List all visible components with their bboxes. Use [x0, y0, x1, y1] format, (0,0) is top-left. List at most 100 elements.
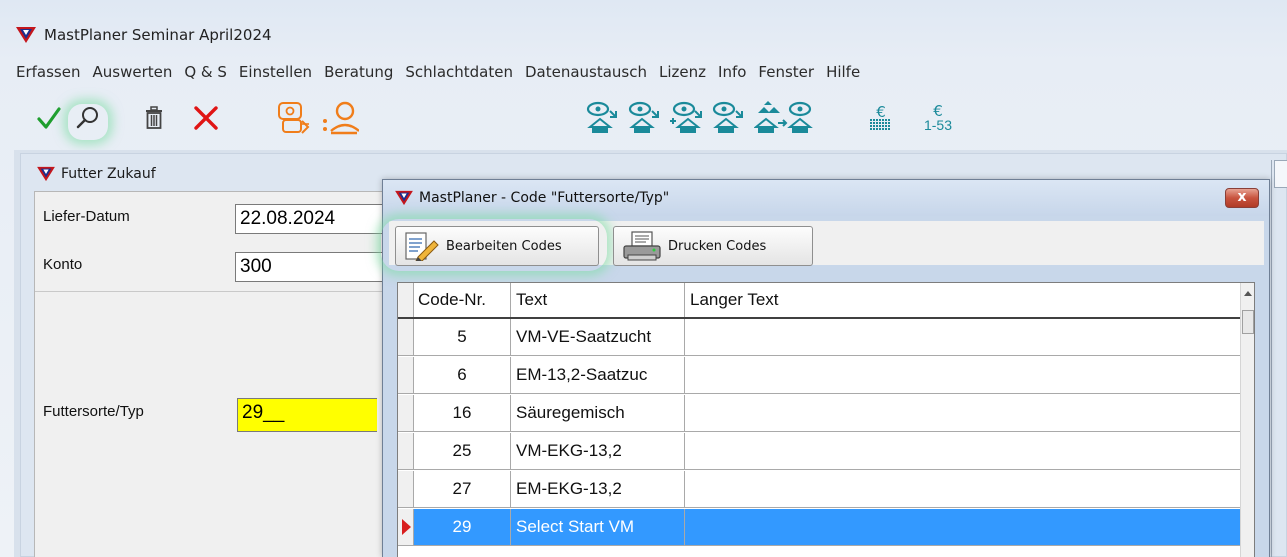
delete-button[interactable] — [140, 100, 168, 136]
cell-code[interactable]: 16 — [414, 395, 511, 431]
trash-icon — [146, 106, 162, 129]
grid-header-row: Code-Nr. Text Langer Text — [398, 283, 1242, 319]
menu-q-und-s[interactable]: Q & S — [184, 63, 227, 81]
pig-house-add-icon — [670, 101, 702, 133]
cell-code[interactable]: 6 — [414, 357, 511, 393]
cell-text[interactable]: EM-EKG-13,2 — [511, 471, 685, 507]
euro-range-button[interactable]: € 1-53 — [920, 100, 956, 136]
edit-codes-button[interactable]: Bearbeiten Codes — [395, 226, 599, 266]
code-lookup-dialog: MastPlaner - Code "Futtersorte/Typ" x Be… — [382, 179, 1270, 557]
pig-house-out-icon — [712, 101, 743, 133]
menu-lizenz[interactable]: Lizenz — [659, 63, 706, 81]
close-x-icon — [194, 106, 218, 130]
pig-house-out-icon — [628, 101, 659, 133]
pig-house-add-button[interactable] — [666, 100, 706, 136]
print-codes-button[interactable]: Drucken Codes — [613, 226, 813, 266]
pig-house-out-button-3[interactable] — [708, 100, 748, 136]
menu-schlachtdaten[interactable]: Schlachtdaten — [405, 63, 513, 81]
euro-grid-symbol: € — [876, 103, 886, 121]
futtersorte-field[interactable]: 29__ — [237, 398, 377, 432]
cell-text[interactable]: VM-EKG-13,2 — [511, 433, 685, 469]
code-grid: Code-Nr. Text Langer Text 5 VM-VE-Saatzu… — [397, 282, 1255, 557]
header-code-nr[interactable]: Code-Nr. — [414, 283, 511, 317]
cell-code[interactable]: 27 — [414, 471, 511, 507]
cell-text[interactable]: Säuregemisch — [511, 395, 685, 431]
header-indicator-cell — [398, 283, 414, 317]
dialog-toolbar: Bearbeiten Codes Drucken Codes — [389, 221, 1264, 266]
scroll-thumb[interactable] — [1242, 310, 1254, 334]
cell-text[interactable]: Select Start VM — [511, 509, 685, 545]
edit-codes-label: Bearbeiten Codes — [446, 238, 562, 254]
header-langer-text[interactable]: Langer Text — [685, 283, 1242, 317]
edit-document-icon — [405, 232, 439, 261]
euro-range-label: 1-53 — [923, 117, 953, 133]
cancel-button[interactable] — [190, 100, 222, 136]
cell-code[interactable]: 25 — [414, 433, 511, 469]
euro-grid-icon — [870, 119, 890, 130]
menu-beratung[interactable]: Beratung — [324, 63, 393, 81]
dialog-close-button[interactable]: x — [1225, 188, 1259, 208]
cell-long-text[interactable] — [685, 433, 1242, 469]
app-title: MastPlaner Seminar April2024 — [44, 26, 272, 44]
cell-code[interactable]: 5 — [414, 319, 511, 355]
row-indicator — [398, 395, 414, 431]
euro-grid-button[interactable]: € — [866, 100, 896, 136]
futter-zukauf-form: Liefer-Datum 22.08.2024 Konto 300 Futter… — [34, 191, 407, 557]
konto-label: Konto — [43, 256, 83, 273]
cell-long-text[interactable] — [685, 357, 1242, 393]
search-button[interactable] — [72, 100, 104, 136]
row-indicator — [398, 433, 414, 469]
pig-house-stack-button[interactable] — [752, 100, 822, 136]
child-window-titlebar: Futter Zukauf — [37, 166, 156, 182]
table-row[interactable]: 5 VM-VE-Saatzucht — [398, 319, 1242, 356]
header-text[interactable]: Text — [511, 283, 685, 317]
row-indicator — [398, 319, 414, 355]
cell-long-text[interactable] — [685, 509, 1242, 545]
pig-house-out-button-1[interactable] — [582, 100, 622, 136]
menu-hilfe[interactable]: Hilfe — [826, 63, 860, 81]
cell-long-text[interactable] — [685, 471, 1242, 507]
background-window-tab — [1274, 160, 1287, 188]
menu-datenaustausch[interactable]: Datenaustausch — [525, 63, 647, 81]
confirm-button[interactable] — [34, 100, 64, 136]
search-person-icon — [323, 101, 359, 135]
check-icon — [37, 107, 61, 129]
grid-vertical-scrollbar[interactable] — [1240, 283, 1254, 557]
table-row[interactable]: 25 VM-EKG-13,2 — [398, 433, 1242, 470]
form-divider — [35, 291, 406, 292]
cell-text[interactable]: VM-VE-Saatzucht — [511, 319, 685, 355]
scroll-up-arrow-icon[interactable] — [1244, 291, 1252, 296]
row-indicator — [398, 471, 414, 507]
pig-house-stack-icon — [754, 101, 813, 133]
row-indicator — [398, 509, 414, 545]
menu-erfassen[interactable]: Erfassen — [16, 63, 80, 81]
cell-text[interactable]: EM-13,2-Saatzuc — [511, 357, 685, 393]
pig-transfer-button[interactable] — [274, 100, 314, 136]
mastplaner-logo-icon — [37, 166, 55, 182]
printer-icon — [623, 231, 661, 261]
menu-fenster[interactable]: Fenster — [758, 63, 814, 81]
print-codes-label: Drucken Codes — [668, 238, 767, 254]
euro-range-symbol: € — [933, 102, 943, 120]
menu-einstellen[interactable]: Einstellen — [239, 63, 312, 81]
app-titlebar: MastPlaner Seminar April2024 — [0, 20, 1287, 50]
cell-long-text[interactable] — [685, 319, 1242, 355]
background-window-edge — [1271, 160, 1287, 557]
mastplaner-logo-icon — [395, 190, 413, 206]
table-row[interactable]: 6 EM-13,2-Saatzuc — [398, 357, 1242, 394]
table-row[interactable]: 16 Säuregemisch — [398, 395, 1242, 432]
table-row[interactable]: 27 EM-EKG-13,2 — [398, 471, 1242, 508]
pig-house-out-icon — [586, 101, 617, 133]
mastplaner-logo-icon — [16, 27, 36, 43]
table-row-selected[interactable]: 29 Select Start VM — [398, 509, 1242, 546]
main-window: MastPlaner Seminar April2024 Erfassen Au… — [0, 0, 1287, 557]
menu-info[interactable]: Info — [718, 63, 746, 81]
dialog-titlebar: MastPlaner - Code "Futtersorte/Typ" x — [383, 180, 1269, 216]
cell-code[interactable]: 29 — [414, 509, 511, 545]
search-person-button[interactable] — [320, 100, 360, 136]
current-row-pointer-icon — [402, 519, 411, 535]
pig-house-out-button-2[interactable] — [624, 100, 664, 136]
menu-auswerten[interactable]: Auswerten — [92, 63, 172, 81]
dialog-title: MastPlaner - Code "Futtersorte/Typ" — [419, 190, 670, 206]
cell-long-text[interactable] — [685, 395, 1242, 431]
